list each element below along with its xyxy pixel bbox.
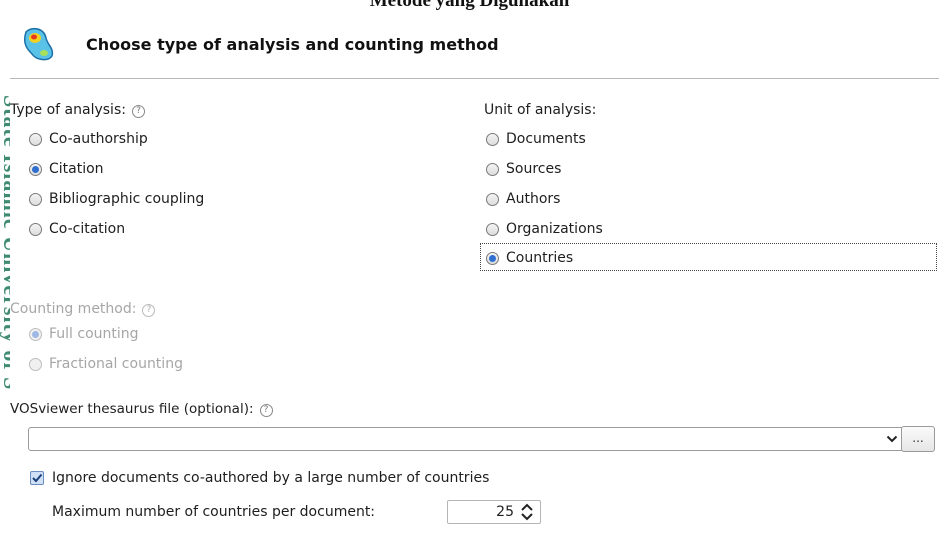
question-mark-icon[interactable]: ? bbox=[259, 404, 273, 417]
radio-button bbox=[29, 357, 42, 371]
type-of-analysis-label: Type of analysis:? bbox=[10, 102, 145, 118]
radio-button[interactable] bbox=[486, 162, 499, 176]
radio-button[interactable] bbox=[486, 222, 499, 236]
radio-label: Co-authorship bbox=[49, 131, 148, 147]
radio-button[interactable] bbox=[29, 162, 42, 176]
radio-organizations[interactable]: Organizations bbox=[486, 218, 603, 240]
radio-documents[interactable]: Documents bbox=[486, 128, 586, 150]
dialog-title: Choose type of analysis and counting met… bbox=[86, 35, 499, 54]
chevron-down-icon[interactable] bbox=[886, 433, 898, 445]
checkmark-icon bbox=[32, 473, 43, 483]
max-countries-spinner[interactable]: 25 bbox=[447, 500, 541, 524]
browse-button[interactable]: ... bbox=[901, 426, 935, 452]
ignore-large-checkbox[interactable] bbox=[30, 471, 44, 485]
unit-of-analysis-label: Unit of analysis: bbox=[484, 102, 597, 118]
radio-button[interactable] bbox=[29, 222, 42, 236]
radio-sources[interactable]: Sources bbox=[486, 158, 561, 180]
counting-method-label: Counting method:? bbox=[10, 301, 156, 317]
radio-label: Co-citation bbox=[49, 221, 126, 237]
radio-button[interactable] bbox=[29, 192, 42, 206]
radio-fractional-counting: Fractional counting bbox=[29, 353, 183, 375]
spin-arrows-icon[interactable] bbox=[520, 503, 534, 521]
document-caption: Metode yang Digunakan bbox=[369, 0, 570, 11]
radio-button bbox=[29, 327, 42, 341]
radio-label: Authors bbox=[506, 191, 561, 207]
max-countries-label: Maximum number of countries per document… bbox=[52, 504, 376, 520]
radio-button[interactable] bbox=[486, 251, 499, 265]
radio-button[interactable] bbox=[486, 132, 499, 146]
radio-co-authorship[interactable]: Co-authorship bbox=[29, 128, 148, 150]
radio-label: Full counting bbox=[49, 326, 139, 342]
dialog-header: Choose type of analysis and counting met… bbox=[10, 18, 939, 79]
max-countries-value: 25 bbox=[496, 504, 514, 520]
vosviewer-logo-icon bbox=[23, 27, 54, 61]
radio-button[interactable] bbox=[29, 132, 42, 146]
radio-countries[interactable]: Countries bbox=[486, 247, 573, 269]
radio-label: Organizations bbox=[506, 221, 603, 237]
radio-label: Bibliographic coupling bbox=[49, 191, 205, 207]
radio-label: Fractional counting bbox=[49, 356, 183, 372]
radio-label: Countries bbox=[506, 250, 574, 266]
radio-bibliographic-coupling[interactable]: Bibliographic coupling bbox=[29, 188, 204, 210]
radio-citation[interactable]: Citation bbox=[29, 158, 104, 180]
radio-label: Documents bbox=[506, 131, 586, 147]
radio-button[interactable] bbox=[486, 192, 499, 206]
radio-authors[interactable]: Authors bbox=[486, 188, 560, 210]
radio-co-citation[interactable]: Co-citation bbox=[29, 218, 125, 240]
thesaurus-file-select[interactable] bbox=[28, 427, 905, 451]
analysis-dialog: Choose type of analysis and counting met… bbox=[10, 18, 939, 538]
counting-method-text: Counting method: bbox=[10, 301, 137, 317]
thesaurus-text: VOSviewer thesaurus file (optional): bbox=[10, 401, 254, 417]
question-mark-icon[interactable]: ? bbox=[131, 105, 145, 118]
thesaurus-label: VOSviewer thesaurus file (optional):? bbox=[10, 401, 273, 417]
ignore-large-label: Ignore documents co-authored by a large … bbox=[52, 470, 490, 486]
radio-label: Sources bbox=[506, 161, 562, 177]
radio-label: Citation bbox=[49, 161, 104, 177]
question-mark-icon[interactable]: ? bbox=[142, 304, 156, 317]
type-of-analysis-text: Type of analysis: bbox=[10, 102, 126, 118]
radio-full-counting: Full counting bbox=[29, 323, 139, 345]
